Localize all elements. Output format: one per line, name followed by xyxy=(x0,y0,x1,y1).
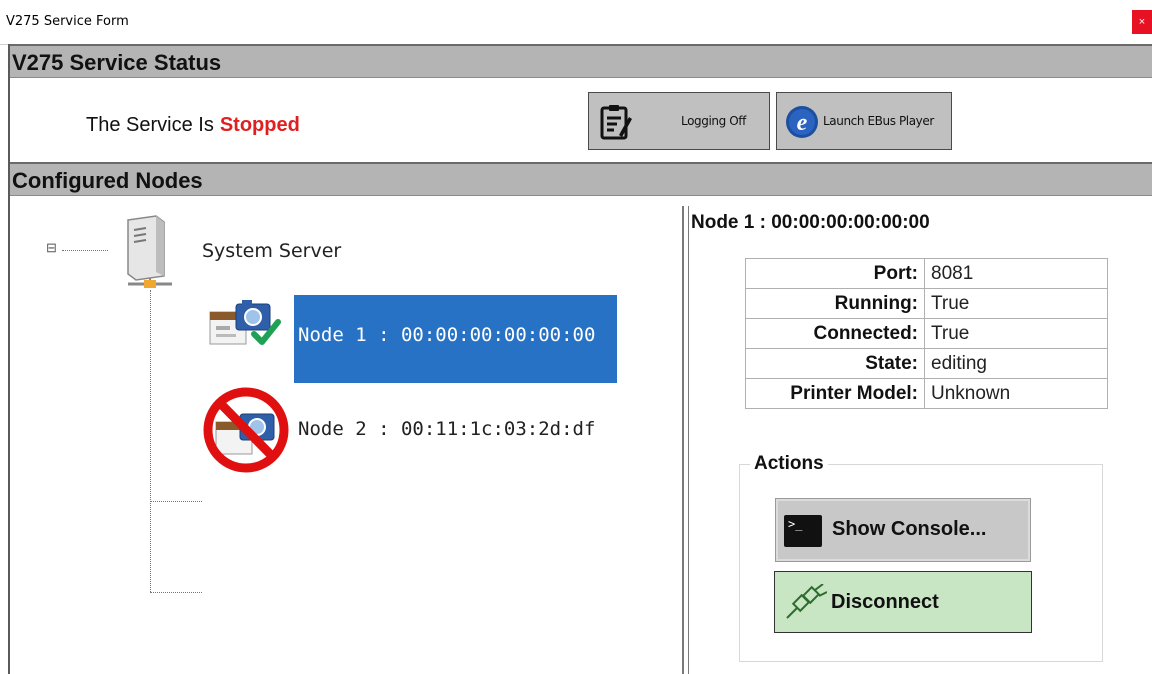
camera-check-icon xyxy=(209,300,281,345)
tree-connector xyxy=(150,501,202,502)
node-detail-panel: Node 1 : 00:00:00:00:00:00 Port: 8081 Runn… xyxy=(688,206,1152,674)
node-tree: ⊟ System Server Node 1: 00:00:00:00:00:… xyxy=(10,206,684,674)
ebus-e-icon: e xyxy=(786,106,818,138)
property-value: Unknown xyxy=(924,378,1108,409)
close-button[interactable]: × xyxy=(1132,10,1152,34)
status-section-title: V275 Service Status xyxy=(12,50,222,75)
tree-node-2-label[interactable]: Node 2 : 00:11:1c:03:2d:df xyxy=(298,418,595,440)
close-icon: × xyxy=(1138,16,1146,28)
terminal-icon: >_ xyxy=(784,515,822,547)
property-value: 8081 xyxy=(924,258,1108,289)
service-form-window: V275 Service Form × V275 Service Status … xyxy=(0,0,1152,674)
plug-icon xyxy=(786,584,827,619)
ebus-button-label: Launch EBus Player xyxy=(823,114,934,128)
property-value: editing xyxy=(924,348,1108,379)
camera-disabled-icon xyxy=(203,387,289,473)
svg-text:e: e xyxy=(797,110,808,136)
service-status-value: Stopped xyxy=(219,114,300,136)
status-section-header: V275 Service Status xyxy=(10,44,1152,78)
property-value: True xyxy=(924,318,1108,349)
clipboard-icon xyxy=(600,105,632,140)
actions-group: Actions >_ Show Console... Disconnect xyxy=(739,453,1103,662)
property-row: Connected: True xyxy=(745,318,1108,349)
property-key: Connected: xyxy=(745,318,925,349)
property-row: Printer Model: Unknown xyxy=(745,378,1108,409)
property-key: Printer Model: xyxy=(745,378,925,409)
service-status-label: The Service Is xyxy=(86,114,214,136)
tree-root-label[interactable]: System Server xyxy=(202,240,341,262)
show-console-label: Show Console... xyxy=(832,518,987,540)
node-detail-title: Node 1 : 00:00:00:00:00:00 xyxy=(691,212,930,233)
show-console-button[interactable]: >_ Show Console... xyxy=(775,498,1031,562)
property-value: True xyxy=(924,288,1108,319)
tree-collapse-toggle[interactable]: ⊟ xyxy=(46,240,57,256)
property-key: Running: xyxy=(745,288,925,319)
nodes-section-header: Configured Nodes xyxy=(10,162,1152,196)
form-body: V275 Service Status The Service Is Stoppe… xyxy=(8,44,1152,674)
property-row: Running: True xyxy=(745,288,1108,319)
disconnect-label: Disconnect xyxy=(831,591,939,613)
tree-connector xyxy=(62,250,108,251)
actions-legend: Actions xyxy=(750,453,828,475)
window-title: V275 Service Form xyxy=(6,14,129,29)
disconnect-button[interactable]: Disconnect xyxy=(774,571,1032,633)
tree-connector xyxy=(150,592,202,593)
tree-node-1-label[interactable]: Node 1 : 00:00:00:00:00:00 xyxy=(298,324,595,346)
logging-toggle-button[interactable]: Logging Off xyxy=(588,92,770,150)
logging-button-label: Logging Off xyxy=(681,114,746,128)
launch-ebus-button[interactable]: e Launch EBus Player xyxy=(776,92,952,150)
nodes-section-title: Configured Nodes xyxy=(12,168,203,193)
node-properties-table: Port: 8081 Running: True Connected: True State… xyxy=(745,258,1108,409)
tree-connector xyxy=(150,290,151,592)
service-status-line: The Service Is Stopped xyxy=(86,114,300,137)
property-key: State: xyxy=(745,348,925,379)
server-icon xyxy=(127,215,172,288)
title-bar: V275 Service Form × xyxy=(0,0,1152,45)
property-key: Port: xyxy=(745,258,925,289)
property-row: Port: 8081 xyxy=(745,258,1108,289)
property-row: State: editing xyxy=(745,348,1108,379)
